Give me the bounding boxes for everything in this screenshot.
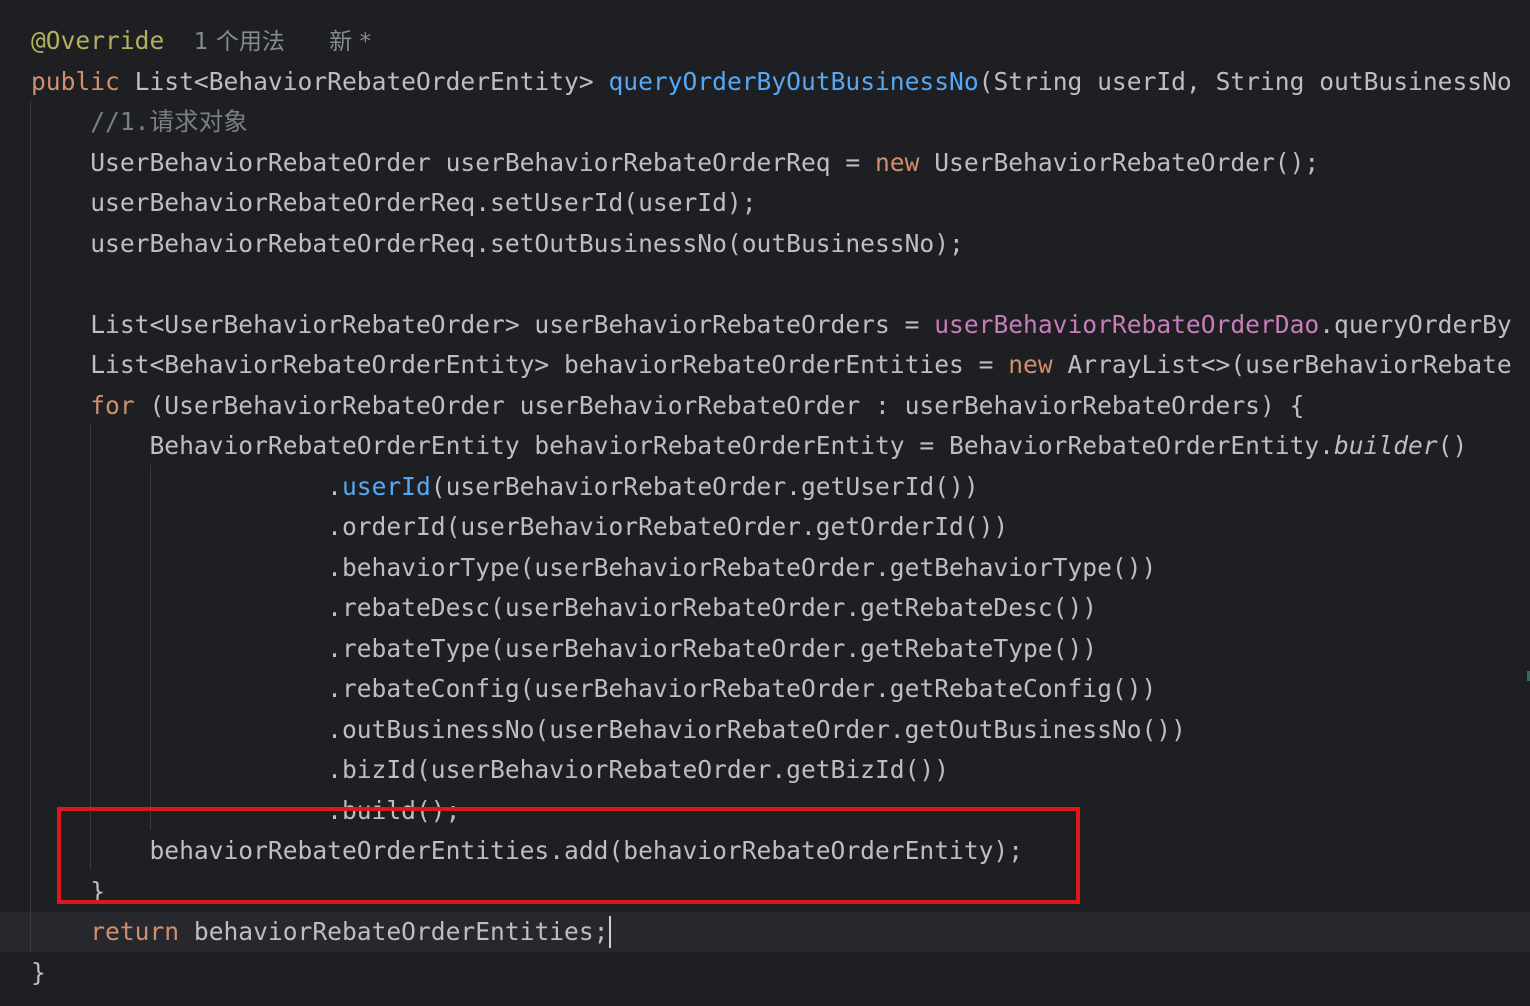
code-token: .rebateDesc(userBehaviorRebateOrder.getR… [31,593,1098,622]
code-token: .rebateConfig(userBehaviorRebateOrder.ge… [31,674,1157,703]
code-token: .outBusinessNo(userBehaviorRebateOrder.g… [31,714,1186,744]
code-token: userBehaviorRebateOrderDao [934,309,1320,339]
code-line[interactable]: .outBusinessNo(userBehaviorRebateOrder.g… [31,710,1186,750]
code-line[interactable]: .userId(userBehaviorRebateOrder.getUserI… [31,467,979,507]
code-line[interactable]: return behaviorRebateOrderEntities; [0,912,1530,952]
code-token: for [90,390,150,420]
code-token: (String userId, String outBusinessNo [978,66,1512,96]
code-token: (userBehaviorRebateOrder.getUserId()) [430,471,979,501]
code-token: .bizId(userBehaviorRebateOrder.getBizId(… [31,755,950,784]
text-caret [609,916,612,948]
code-line[interactable]: //1.请求对象 [31,102,248,142]
code-token: .behaviorType(userBehaviorRebateOrder.ge… [31,552,1157,582]
code-line[interactable]: .orderId(userBehaviorRebateOrder.getOrde… [31,507,1008,547]
code-token: queryOrderByOutBusinessNo [608,66,979,96]
code-token: userBehaviorRebateOrderReq.setOutBusines… [31,228,964,258]
indent-guide [90,425,91,870]
code-line[interactable]: public List<BehaviorRebateOrderEntity> q… [31,62,1512,102]
code-token: (UserBehaviorRebateOrder userBehaviorReb… [149,390,1305,420]
code-line[interactable]: .rebateConfig(userBehaviorRebateOrder.ge… [31,669,1156,709]
code-line[interactable]: BehaviorRebateOrderEntity behaviorRebate… [31,426,1467,466]
code-token: 1 个用法 [193,29,285,55]
code-line[interactable]: .bizId(userBehaviorRebateOrder.getBizId(… [31,750,949,790]
code-token: .orderId(userBehaviorRebateOrder.getOrde… [31,512,1009,541]
code-line[interactable]: .behaviorType(userBehaviorRebateOrder.ge… [31,548,1156,588]
indent-guide [30,101,31,951]
code-line[interactable]: for (UserBehaviorRebateOrder userBehavio… [31,386,1304,426]
code-line[interactable]: .rebateDesc(userBehaviorRebateOrder.getR… [31,588,1097,628]
code-token: //1.请求对象 [31,107,248,136]
code-token: behaviorRebateOrderEntities; [193,917,609,946]
code-token: ArrayList<>(userBehaviorRebate [1067,350,1512,379]
code-token: 新 * [329,29,372,55]
code-token: List<BehaviorRebateOrderEntity> [134,66,609,96]
code-line[interactable]: @Override 1 个用法 新 * [31,21,371,61]
code-line[interactable]: userBehaviorRebateOrderReq.setUserId(use… [31,183,757,223]
code-token: public [31,66,135,96]
code-token: List<BehaviorRebateOrderEntity> behavior… [31,350,1009,379]
code-token: userId [341,471,431,501]
highlight-annotation-box [57,807,1080,904]
code-line[interactable]: List<BehaviorRebateOrderEntity> behavior… [31,345,1512,385]
code-token: return [90,917,194,946]
code-token: UserBehaviorRebateOrder userBehaviorReba… [31,147,875,177]
code-editor[interactable]: @Override 1 个用法 新 * public List<BehaviorR… [0,0,1530,1006]
code-line[interactable]: } [31,953,46,993]
code-token: UserBehaviorRebateOrder(); [934,147,1320,177]
code-line[interactable]: .rebateType(userBehaviorRebateOrder.getR… [31,629,1097,669]
code-token: builder [1334,431,1438,460]
code-token: new [1008,350,1068,379]
code-token: () [1437,431,1468,460]
code-token: .rebateType(userBehaviorRebateOrder.getR… [31,633,1098,663]
code-token: userBehaviorRebateOrderReq.setUserId(use… [31,188,757,217]
code-token: @Override [31,26,165,55]
code-token: . [31,471,342,501]
code-token: } [31,957,46,987]
code-token: BehaviorRebateOrderEntity behaviorRebate… [31,431,1334,460]
code-token: new [874,147,935,177]
code-line[interactable]: List<UserBehaviorRebateOrder> userBehavi… [31,305,1512,345]
code-token: .queryOrderBy [1319,309,1512,339]
code-line[interactable]: userBehaviorRebateOrderReq.setOutBusines… [31,224,964,264]
indent-guide [150,465,151,830]
code-line[interactable]: UserBehaviorRebateOrder userBehaviorReba… [31,143,1319,183]
code-token: List<UserBehaviorRebateOrder> userBehavi… [31,309,935,339]
